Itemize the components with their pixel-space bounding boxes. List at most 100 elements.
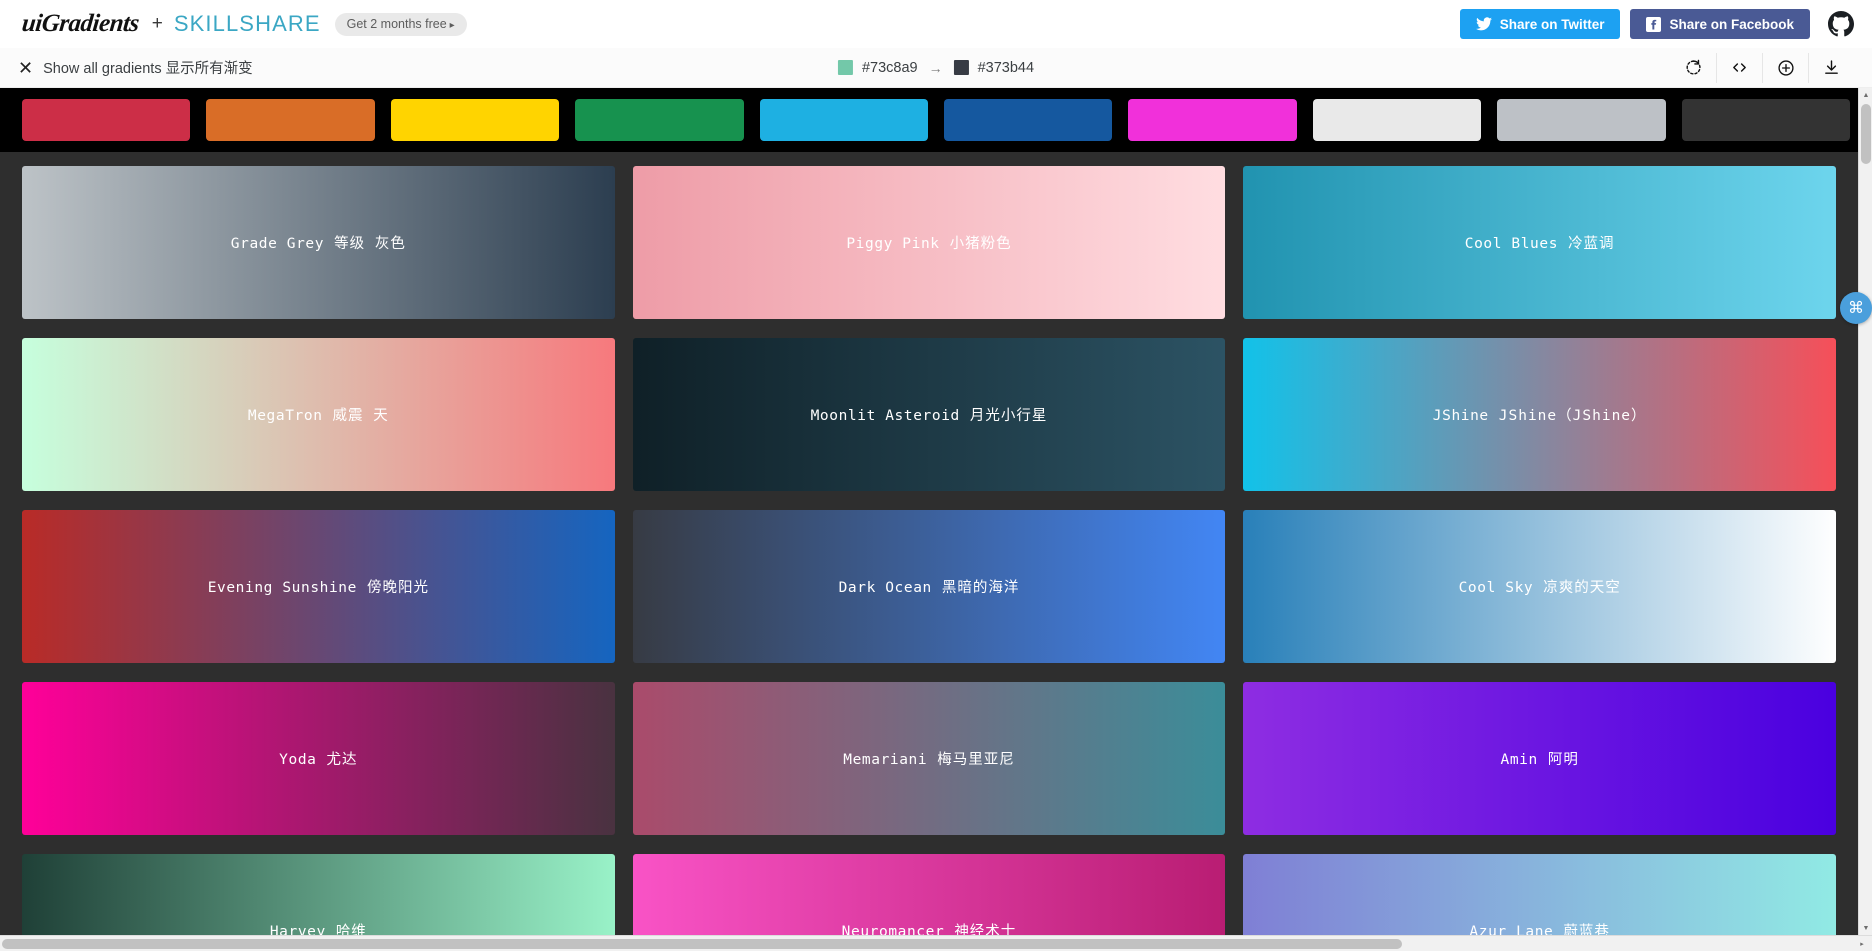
gradient-name-en: Moonlit Asteroid — [811, 408, 960, 424]
share-facebook-button[interactable]: Share on Facebook — [1630, 9, 1810, 39]
gradient-card[interactable]: Memariani梅马里亚尼 — [633, 682, 1226, 835]
start-color-code: #73c8a9 — [862, 60, 918, 76]
horizontal-scrollbar[interactable]: ▸ — [0, 935, 1872, 951]
swatch-green[interactable] — [575, 99, 743, 141]
github-icon[interactable] — [1826, 9, 1856, 39]
code-icon[interactable] — [1716, 53, 1762, 83]
gradient-name-cn: 威震 天 — [333, 408, 389, 424]
vertical-scroll-thumb[interactable] — [1861, 104, 1871, 164]
swatch-orange[interactable] — [206, 99, 374, 141]
gradient-card-label: Cool Blues冷蓝调 — [1465, 232, 1615, 253]
gradient-name-en: JShine — [1433, 408, 1489, 424]
gradient-card-label: Grade Grey 等级 灰色 — [231, 232, 406, 253]
sub-toolbar: ✕ Show all gradients 显示所有渐变 #73c8a9 → #3… — [0, 48, 1872, 88]
brand-logo[interactable]: uiGradients — [21, 10, 141, 38]
swatch-blue[interactable] — [944, 99, 1112, 141]
scroll-up-arrow-icon[interactable]: ▲ — [1859, 88, 1872, 102]
gradient-card-label: Harvey 哈维 — [270, 920, 367, 935]
gradient-grid-scroll-area[interactable]: Grade Grey 等级 灰色 Piggy Pink 小猪粉色 Cool Blues冷… — [0, 152, 1858, 935]
promo-button[interactable]: Get 2 months free▸ — [335, 13, 467, 36]
gradient-name-cn: 凉爽的天空 — [1543, 580, 1621, 596]
promo-arrow-icon: ▸ — [450, 20, 455, 31]
scroll-right-arrow-icon[interactable]: ▸ — [1854, 936, 1870, 951]
share-twitter-button[interactable]: Share on Twitter — [1460, 9, 1621, 39]
toolbar-actions — [1670, 53, 1854, 83]
gradient-name-cn: 梅马里亚尼 — [937, 752, 1015, 768]
gradient-color-codes: #73c8a9 → #373b44 — [838, 60, 1034, 76]
gradient-name-cn: 哈维 — [336, 924, 367, 935]
gradient-name-en: Cool Sky — [1459, 580, 1534, 596]
swatch-charcoal[interactable] — [1682, 99, 1850, 141]
gradient-card-label: Memariani梅马里亚尼 — [843, 748, 1014, 769]
swatch-white[interactable] — [1313, 99, 1481, 141]
gradient-card-label: Moonlit Asteroid 月光小行星 — [811, 404, 1048, 425]
gradient-card[interactable]: Harvey 哈维 — [22, 854, 615, 935]
swatch-yellow[interactable] — [391, 99, 559, 141]
gradient-card[interactable]: Moonlit Asteroid 月光小行星 — [633, 338, 1226, 491]
twitter-icon — [1476, 17, 1492, 31]
promo-label: Get 2 months free — [347, 17, 447, 31]
download-icon[interactable] — [1808, 53, 1854, 83]
gradient-card[interactable]: JShine JShine（JShine） — [1243, 338, 1836, 491]
gradient-card[interactable]: Dark Ocean黑暗的海洋 — [633, 510, 1226, 663]
gradient-name-cn: 尤达 — [326, 752, 357, 768]
swatch-crimson[interactable] — [22, 99, 190, 141]
gradient-name-cn: 小猪粉色 — [950, 236, 1012, 252]
gradient-card-label: Evening Sunshine 傍晚阳光 — [208, 576, 429, 597]
gradient-name-cn: JShine（JShine） — [1499, 408, 1647, 424]
gradient-name-cn: 月光小行星 — [970, 408, 1048, 424]
gradient-card[interactable]: Grade Grey 等级 灰色 — [22, 166, 615, 319]
gradient-name-en: Grade Grey — [231, 236, 324, 252]
gradient-name-cn: 神经术士 — [954, 924, 1016, 935]
navbar-right-actions: Share on Twitter Share on Facebook — [1460, 9, 1856, 39]
gradient-name-en: Piggy Pink — [846, 236, 939, 252]
plus-circle-icon[interactable] — [1762, 53, 1808, 83]
swatch-magenta[interactable] — [1128, 99, 1296, 141]
command-icon[interactable]: ⌘ — [1840, 292, 1872, 324]
gradient-card-label: JShine JShine（JShine） — [1433, 404, 1647, 425]
gradient-name-cn: 黑暗的海洋 — [942, 580, 1020, 596]
gradient-card[interactable]: Amin 阿明 — [1243, 682, 1836, 835]
start-color-swatch[interactable] — [838, 60, 853, 75]
gradient-name-en: Harvey — [270, 924, 326, 935]
gradient-card-label: MegaTron威震 天 — [248, 404, 389, 425]
gradient-name-cn: 阿明 — [1548, 752, 1579, 768]
horizontal-scroll-thumb[interactable] — [2, 939, 1402, 949]
gradient-card[interactable]: Neuromancer 神经术士 — [633, 854, 1226, 935]
gradient-name-en: Evening Sunshine — [208, 580, 357, 596]
gradient-card[interactable]: Piggy Pink 小猪粉色 — [633, 166, 1226, 319]
gradient-card-label: Azur Lane蔚蓝巷 — [1469, 920, 1609, 935]
gradient-card-label: Amin 阿明 — [1501, 748, 1579, 769]
swatch-cyan[interactable] — [760, 99, 928, 141]
share-facebook-label: Share on Facebook — [1669, 17, 1794, 32]
gradient-card-label: Cool Sky 凉爽的天空 — [1459, 576, 1621, 597]
gradient-name-en: Neuromancer — [842, 924, 945, 935]
gradient-card[interactable]: Cool Sky 凉爽的天空 — [1243, 510, 1836, 663]
share-twitter-label: Share on Twitter — [1500, 17, 1605, 32]
gradient-card-label: Neuromancer 神经术士 — [842, 920, 1017, 935]
gradient-card[interactable]: Azur Lane蔚蓝巷 — [1243, 854, 1836, 935]
close-icon: ✕ — [18, 59, 33, 77]
gradient-card[interactable]: Cool Blues冷蓝调 — [1243, 166, 1836, 319]
gradient-name-cn: 等级 灰色 — [334, 236, 406, 252]
gradient-card[interactable]: MegaTron威震 天 — [22, 338, 615, 491]
gradient-name-en: Yoda — [279, 752, 316, 768]
refresh-icon[interactable] — [1670, 53, 1716, 83]
scroll-down-arrow-icon[interactable]: ▼ — [1859, 921, 1872, 935]
gradient-name-en: Amin — [1501, 752, 1538, 768]
gradient-name-cn: 冷蓝调 — [1568, 236, 1615, 252]
facebook-icon — [1646, 17, 1661, 32]
show-all-gradients-button[interactable]: ✕ Show all gradients 显示所有渐变 — [18, 57, 253, 78]
show-all-gradients-label: Show all gradients 显示所有渐变 — [43, 57, 253, 78]
gradient-card-label: Piggy Pink 小猪粉色 — [846, 232, 1011, 253]
gradient-name-cn: 傍晚阳光 — [367, 580, 429, 596]
gradient-card[interactable]: Evening Sunshine 傍晚阳光 — [22, 510, 615, 663]
partner-skillshare[interactable]: SKILLSHARE — [174, 11, 321, 37]
swatch-silver[interactable] — [1497, 99, 1665, 141]
end-color-swatch[interactable] — [954, 60, 969, 75]
gradient-card[interactable]: Yoda 尤达 — [22, 682, 615, 835]
vertical-scrollbar[interactable]: ▲ ▼ — [1858, 88, 1872, 935]
gradient-card-label: Yoda 尤达 — [279, 748, 357, 769]
gradient-grid: Grade Grey 等级 灰色 Piggy Pink 小猪粉色 Cool Blues冷… — [22, 166, 1836, 935]
gradient-name-cn: 蔚蓝巷 — [1563, 924, 1610, 935]
